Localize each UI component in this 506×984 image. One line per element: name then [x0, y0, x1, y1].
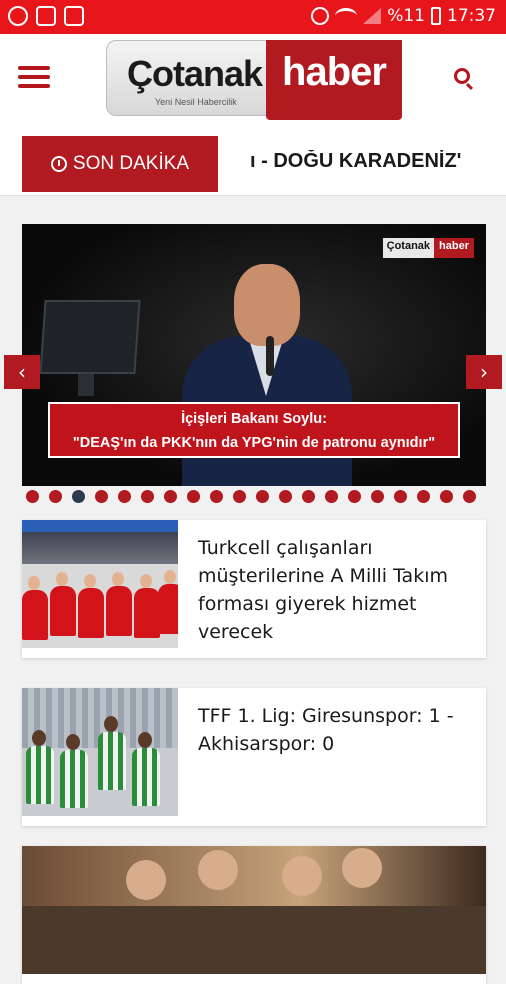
son-dakika-label: SON DAKİKA — [72, 153, 190, 174]
app-header: Çotanak Yeni Nesil Habercilik haber — [0, 34, 506, 120]
news-thumbnail — [22, 520, 178, 648]
slider-dot[interactable] — [163, 490, 178, 504]
status-bar: %11 17:37 — [0, 0, 506, 34]
logo-tagline: Yeni Nesil Habercilik — [155, 97, 237, 107]
slider-dot[interactable] — [347, 490, 362, 504]
image-icon — [64, 6, 84, 26]
logo-word: Çotanak — [127, 53, 263, 94]
slider-dot[interactable] — [186, 490, 201, 504]
slider-dot[interactable] — [140, 490, 155, 504]
speaker-head — [234, 264, 300, 346]
slide-caption: İçişleri Bakanı Soylu: "DEAŞ'ın da PKK'n… — [48, 402, 460, 458]
son-dakika-button[interactable]: SON DAKİKA — [22, 136, 218, 192]
notification-icon — [8, 6, 28, 26]
chevron-right-icon: › — [480, 360, 488, 384]
slider-dot[interactable] — [94, 490, 109, 504]
news-thumbnail — [22, 688, 178, 816]
chevron-left-icon: ‹ — [18, 360, 26, 384]
gallery-icon — [36, 6, 56, 26]
slider-dot[interactable] — [324, 490, 339, 504]
teleprompter-stand — [78, 374, 94, 396]
slider-dot[interactable] — [232, 490, 247, 504]
news-title: Turkcell çalışanları müşterilerine A Mil… — [198, 537, 448, 643]
slider-dot[interactable] — [117, 490, 132, 504]
hamburger-menu-icon[interactable] — [18, 66, 50, 88]
news-card[interactable] — [22, 846, 486, 984]
watermark-right: haber — [434, 238, 474, 258]
slider-dot[interactable] — [301, 490, 316, 504]
caption-line-2: "DEAŞ'ın da PKK'nın da YPG'nin de patron… — [72, 435, 436, 451]
logo-haber: haber — [282, 50, 387, 94]
slider-dot[interactable] — [439, 490, 454, 504]
headline-slider[interactable]: Çotanak haber İçişleri Bakanı Soylu: "DE… — [22, 224, 486, 486]
slider-dot[interactable] — [48, 490, 63, 504]
slider-dot[interactable] — [462, 490, 477, 504]
microphone-icon — [266, 336, 274, 376]
clock-time: 17:37 — [447, 6, 496, 26]
news-thumbnail — [22, 846, 486, 974]
slider-pager — [26, 490, 477, 504]
slider-dot[interactable] — [393, 490, 408, 504]
slider-dot[interactable] — [26, 490, 40, 504]
status-right: %11 17:37 — [311, 6, 496, 26]
slider-dot[interactable] — [71, 490, 86, 504]
slider-prev-button[interactable]: ‹ — [4, 355, 40, 389]
caption-line-1: İçişleri Bakanı Soylu: — [181, 411, 327, 427]
ticker-headline[interactable]: ı - DOĞU KARADENİZ' — [250, 150, 490, 173]
news-card[interactable]: TFF 1. Lig: Giresunspor: 1 - Akhisarspor… — [22, 688, 486, 826]
slider-dot[interactable] — [416, 490, 431, 504]
slider-dot[interactable] — [278, 490, 293, 504]
logo-right-panel: haber — [266, 40, 402, 120]
slider-dot[interactable] — [209, 490, 224, 504]
slide-watermark: Çotanak haber — [382, 238, 474, 258]
news-card[interactable]: Turkcell çalışanları müşterilerine A Mil… — [22, 520, 486, 658]
battery-percent: %11 — [387, 6, 425, 26]
slider-dot[interactable] — [370, 490, 385, 504]
alarm-icon — [311, 7, 330, 25]
wifi-icon — [335, 8, 358, 24]
battery-icon — [431, 7, 441, 25]
slider-next-button[interactable]: › — [466, 355, 502, 389]
watermark-left: Çotanak — [382, 238, 435, 258]
status-left-icons — [8, 6, 84, 26]
site-logo[interactable]: Çotanak Yeni Nesil Habercilik haber — [106, 40, 402, 120]
clock-icon — [50, 156, 67, 172]
logo-left-panel: Çotanak Yeni Nesil Habercilik — [106, 40, 274, 116]
slider-dot[interactable] — [255, 490, 270, 504]
breaking-ticker: SON DAKİKA ı - DOĞU KARADENİZ' — [0, 120, 506, 196]
teleprompter-graphic — [39, 300, 141, 374]
search-icon[interactable] — [454, 68, 470, 84]
signal-icon — [363, 8, 382, 24]
news-title: TFF 1. Lig: Giresunspor: 1 - Akhisarspor… — [198, 705, 454, 755]
